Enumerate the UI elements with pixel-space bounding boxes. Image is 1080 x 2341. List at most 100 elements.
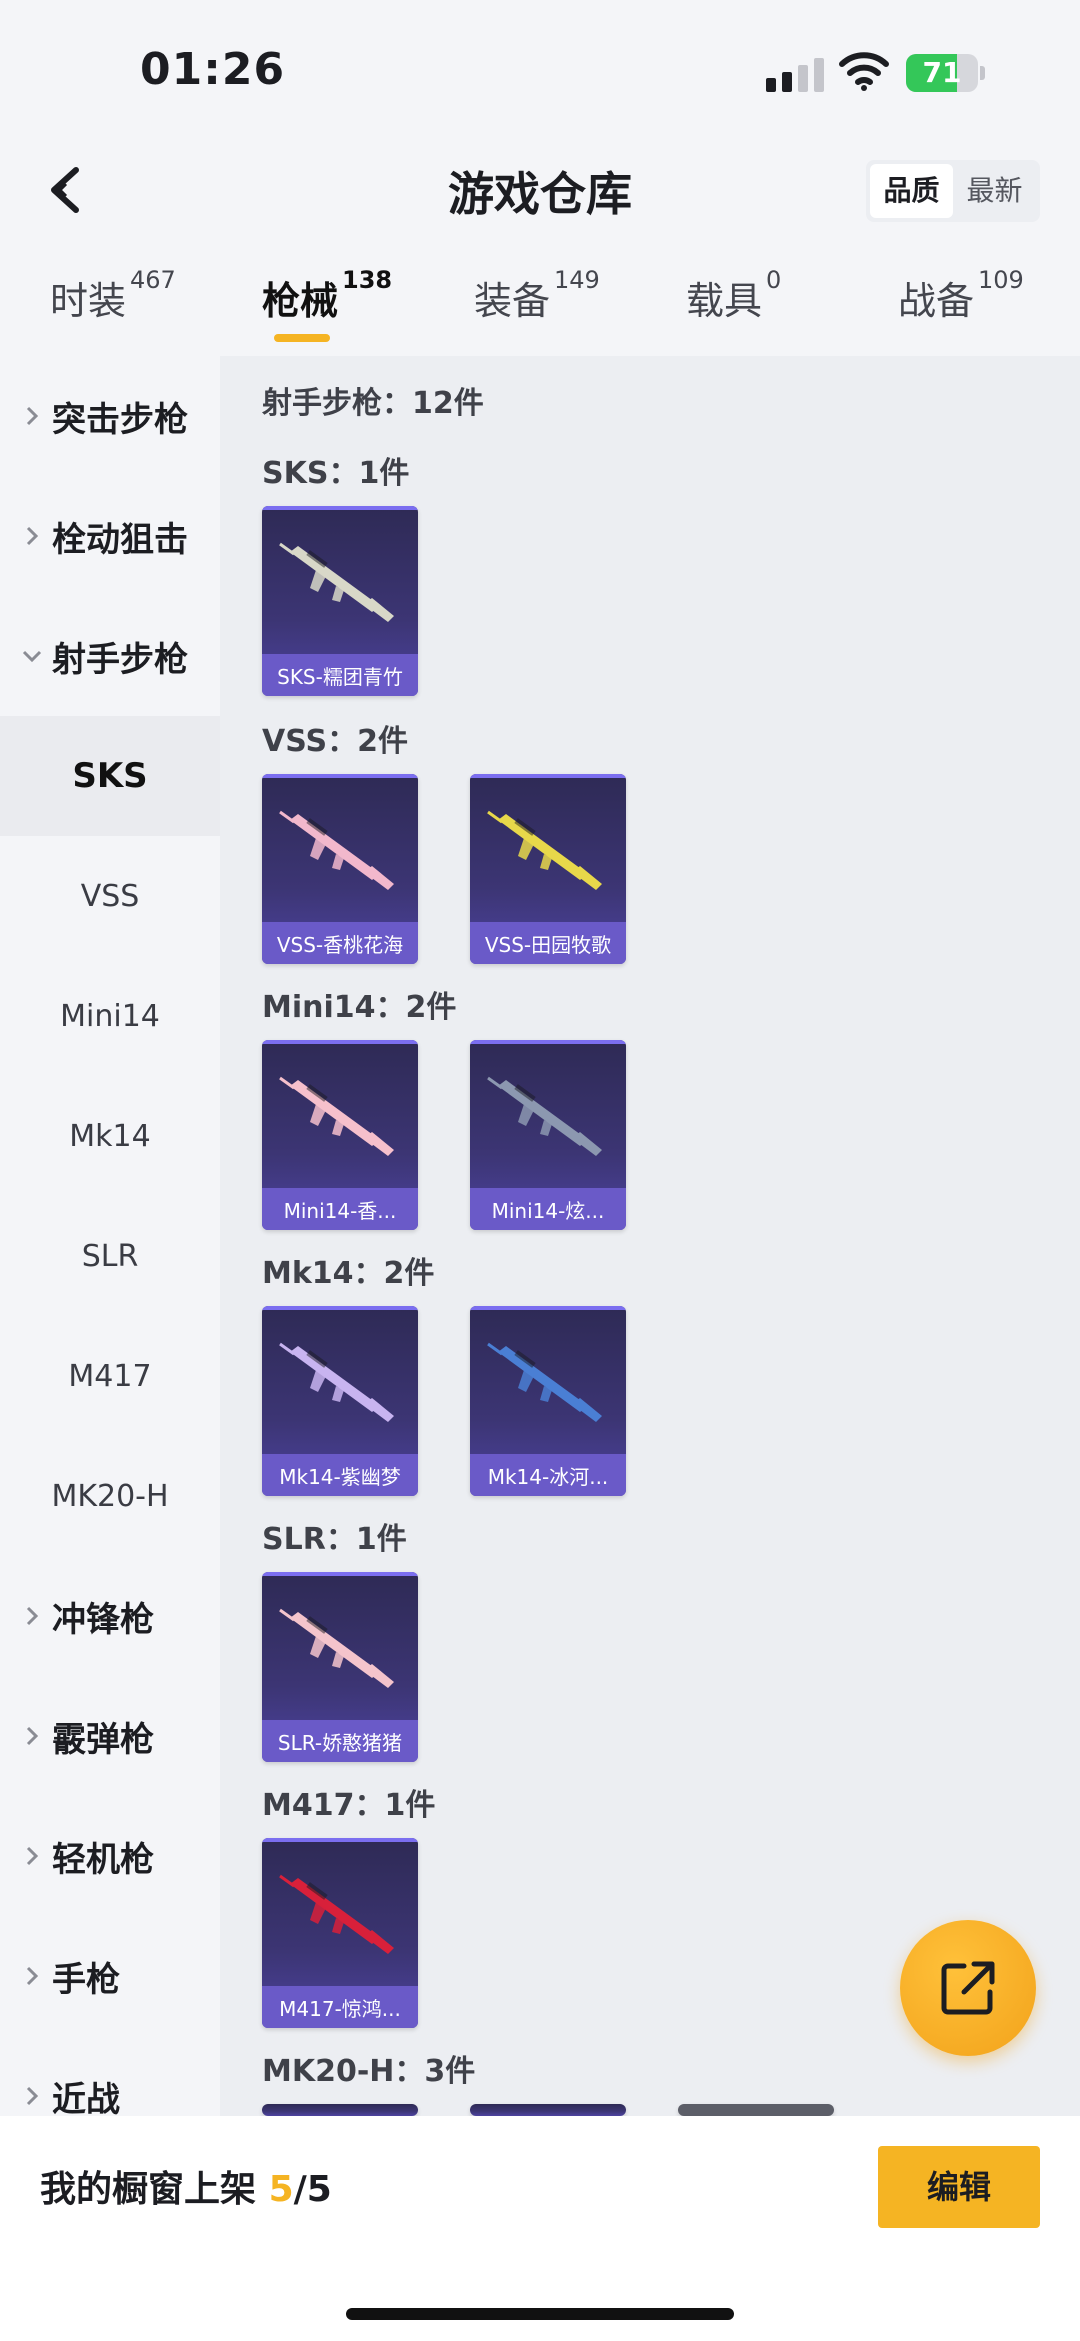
weapon-name: SLR-娇憨猪猪	[277, 1731, 403, 1755]
chevron-right-icon	[26, 1606, 39, 1626]
category-tabs: 时装 467 枪械 138 装备 149 载具 0 战备 109	[0, 266, 1080, 350]
weapon-card-partial[interactable]	[678, 2104, 834, 2116]
sidebar-subitem-label: SLR	[81, 1238, 139, 1274]
section-title-mk14: Mk14：2件	[262, 1256, 435, 1291]
sidebar-item-label: 轻机枪	[52, 1839, 154, 1880]
chevron-down-icon	[22, 650, 42, 663]
sidebar-subitem-mk14[interactable]: Mk14	[0, 1076, 220, 1196]
sidebar-subitem-m417[interactable]: M417	[0, 1316, 220, 1436]
sidebar-item-label: 近战	[52, 2079, 120, 2120]
sidebar-subitem-label: Mk14	[69, 1118, 151, 1154]
sidebar-subitem-vss[interactable]: VSS	[0, 836, 220, 956]
share-fab[interactable]	[900, 1920, 1036, 2056]
weapon-card[interactable]: Mini14-香...	[262, 1040, 418, 1230]
cellular-signal-icon	[766, 58, 824, 92]
weapon-name: VSS-田园牧歌	[484, 933, 612, 957]
sidebar-item-shotgun[interactable]: 霰弹枪	[0, 1676, 220, 1796]
weapon-category-sidebar: 突击步枪 栓动狙击 射手步枪 SKS VSS Mini14 Mk14 SLR M…	[0, 356, 220, 2120]
weapon-name: Mk14-紫幽梦	[279, 1465, 401, 1489]
sidebar-item-smg[interactable]: 冲锋枪	[0, 1556, 220, 1676]
sidebar-item-label: 栓动狙击	[52, 519, 188, 560]
tab-label: 载具	[686, 279, 763, 323]
chevron-right-icon	[26, 1966, 39, 1986]
tab-count: 149	[554, 266, 600, 294]
chevron-right-icon	[26, 526, 39, 546]
showcase-status: 我的橱窗上架 5/5	[40, 2160, 332, 2212]
tab-count: 138	[342, 266, 393, 294]
section-title-mk20h: MK20-H：3件	[262, 2054, 476, 2089]
wifi-icon	[839, 52, 889, 91]
sidebar-item-lmg[interactable]: 轻机枪	[0, 1796, 220, 1916]
tab-label: 装备	[474, 279, 551, 323]
sidebar-subitem-label: MK20-H	[51, 1478, 169, 1514]
section-title-vss: VSS：2件	[262, 724, 408, 759]
sidebar-item-label: 霰弹枪	[52, 1719, 154, 1760]
weapon-card[interactable]: Mini14-炫...	[470, 1040, 626, 1230]
sidebar-subitem-label: M417	[68, 1358, 152, 1394]
sidebar-item-marksman-rifles[interactable]: 射手步枪	[0, 596, 220, 716]
status-bar: 01:26 71	[0, 0, 1080, 130]
weapon-card[interactable]: Mk14-紫幽梦	[262, 1306, 418, 1496]
showcase-total: /5	[293, 2169, 332, 2210]
weapon-card-partial[interactable]	[470, 2104, 626, 2116]
chevron-right-icon	[26, 2086, 39, 2106]
chevron-right-icon	[26, 406, 39, 426]
chevron-right-icon	[26, 1846, 39, 1866]
sidebar-subitem-mini14[interactable]: Mini14	[0, 956, 220, 1076]
sort-toggle: 品质 最新	[866, 160, 1040, 222]
weapon-card[interactable]: SLR-娇憨猪猪	[262, 1572, 418, 1762]
weapon-name: SKS-糯团青竹	[277, 665, 403, 689]
sidebar-subitem-sks[interactable]: SKS	[0, 716, 220, 836]
tab-count: 109	[978, 266, 1024, 294]
sidebar-subitem-label: VSS	[80, 878, 140, 914]
sidebar-item-label: 冲锋枪	[52, 1599, 154, 1640]
weapon-list: 射手步枪：12件 SKS：1件 SKS-糯团青竹 VSS：2件 VSS-香桃花海…	[220, 356, 1080, 2116]
rifle-icon	[487, 1342, 602, 1422]
sidebar-item-label: 突击步枪	[52, 399, 188, 440]
rifle-icon	[279, 1076, 394, 1156]
weapon-card[interactable]: M417-惊鸿...	[262, 1838, 418, 2028]
section-title-mini14: Mini14：2件	[262, 990, 457, 1025]
active-tab-indicator	[274, 334, 330, 342]
weapon-card[interactable]: Mk14-冰河...	[470, 1306, 626, 1496]
edit-button[interactable]: 编辑	[878, 2146, 1040, 2228]
sort-newest-button[interactable]: 最新	[953, 164, 1036, 218]
sidebar-subitem-slr[interactable]: SLR	[0, 1196, 220, 1316]
home-indicator	[346, 2308, 734, 2320]
tab-equipment[interactable]: 装备 149	[474, 266, 600, 350]
section-title-sks: SKS：1件	[262, 456, 410, 491]
sidebar-item-assault-rifles[interactable]: 突击步枪	[0, 356, 220, 476]
tab-label: 时装	[50, 279, 127, 323]
tab-label: 战备	[898, 279, 975, 323]
sidebar-item-pistol[interactable]: 手枪	[0, 1916, 220, 2036]
rifle-icon	[487, 1076, 602, 1156]
tab-supplies[interactable]: 战备 109	[898, 266, 1024, 350]
weapon-name: Mk14-冰河...	[487, 1465, 609, 1489]
tab-vehicles[interactable]: 载具 0	[686, 266, 781, 350]
battery-icon: 71	[906, 54, 986, 92]
weapon-name: M417-惊鸿...	[279, 1997, 401, 2021]
chevron-right-icon	[26, 1726, 39, 1746]
sort-quality-button[interactable]: 品质	[870, 164, 953, 218]
weapon-name: Mini14-香...	[283, 1199, 397, 1223]
sidebar-subitem-label: SKS	[72, 756, 148, 796]
showcase-label: 我的橱窗上架	[40, 2169, 257, 2210]
weapon-card[interactable]: VSS-香桃花海	[262, 774, 418, 964]
sidebar-subitem-mk20h[interactable]: MK20-H	[0, 1436, 220, 1556]
weapon-name: VSS-香桃花海	[276, 933, 404, 957]
rifle-icon	[279, 1608, 394, 1688]
weapon-name: Mini14-炫...	[491, 1199, 605, 1223]
weapon-card[interactable]: VSS-田园牧歌	[470, 774, 626, 964]
category-summary: 射手步枪：12件	[262, 386, 484, 421]
tab-count: 0	[766, 266, 782, 294]
tab-guns[interactable]: 枪械 138	[262, 266, 392, 350]
section-title-m417: M417：1件	[262, 1788, 436, 1823]
sidebar-item-bolt-action[interactable]: 栓动狙击	[0, 476, 220, 596]
rifle-icon	[279, 1342, 394, 1422]
weapon-card[interactable]: SKS-糯团青竹	[262, 506, 418, 696]
tab-fashion[interactable]: 时装 467	[50, 266, 176, 350]
rifle-icon	[279, 542, 394, 622]
weapon-card-partial[interactable]	[262, 2104, 418, 2116]
tab-label: 枪械	[262, 279, 339, 323]
status-time: 01:26	[140, 44, 286, 95]
